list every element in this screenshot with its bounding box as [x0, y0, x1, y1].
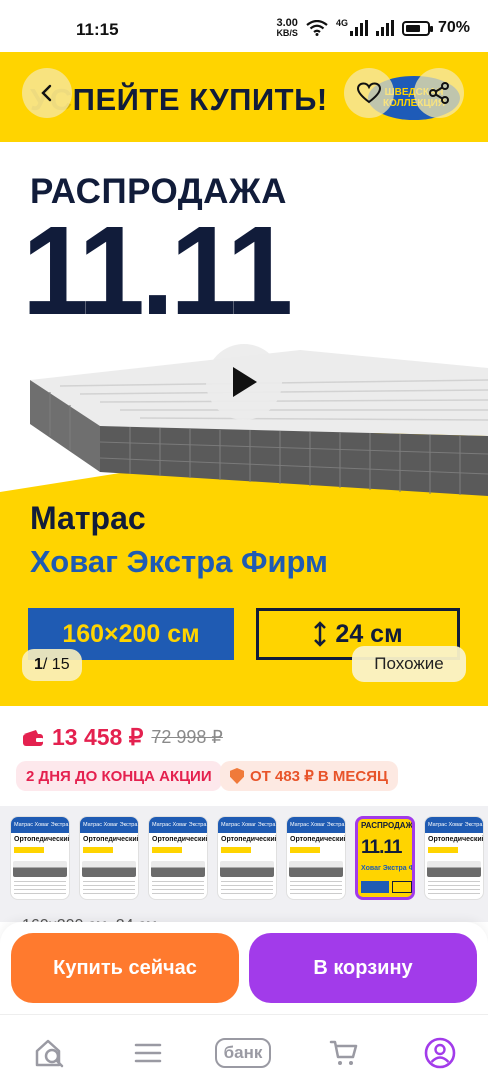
thumb-size-block [361, 881, 389, 893]
thumb-size-block [152, 847, 182, 853]
thumb-mattress [220, 861, 274, 877]
thumb-header: Матрас Ховаг Экстра Фирм [80, 817, 138, 833]
thumb-spec-lines [14, 881, 66, 897]
thumb-title: Ортопедический [14, 836, 70, 843]
tab-profile[interactable] [420, 1035, 460, 1071]
thumb-mattress [151, 861, 205, 877]
thumb-size-block [14, 847, 44, 853]
profile-icon [424, 1037, 456, 1069]
signal-icon [349, 20, 368, 36]
thumb-size-block [83, 847, 113, 853]
thumb-header: Матрас Ховаг Экстра Фирм [425, 817, 483, 833]
tab-bank[interactable]: банк [208, 1035, 278, 1071]
bottom-tab-bar: банк [0, 1014, 488, 1090]
thumbnail-item[interactable]: РАСПРОДАЖА 11.11 Ховаг Экстра Фирм [355, 816, 415, 900]
thumb-mattress [13, 861, 67, 877]
sale-date: 11.11 [22, 200, 293, 342]
thumb-title: Ортопедический [290, 836, 346, 843]
net-speed-unit: KB/S [276, 28, 298, 38]
price-section: 13 458 ₽ 72 998 ₽ 2 ДНЯ ДО КОНЦА АКЦИИ О… [0, 706, 488, 806]
thumb-title: Ортопедический [221, 836, 277, 843]
action-bar: Купить сейчас В корзину [0, 922, 488, 1014]
status-indicators: 3.00 KB/S 4G 70% [276, 18, 470, 38]
thumb-size-block [290, 847, 320, 853]
installment-chip[interactable]: ОТ 483 ₽ В МЕСЯЦ [220, 761, 398, 791]
thumb-title: Ортопедический [428, 836, 484, 843]
hero-product-subname: Ховаг Экстра Фирм [30, 544, 328, 579]
bank-label: банк [214, 1038, 272, 1068]
network-type: 4G [335, 18, 348, 28]
thumbnail-item[interactable]: Матрас Ховаг Экстра Фирм Ортопедический [148, 816, 208, 900]
thumb-height-block [392, 881, 412, 893]
thumb-header: Матрас Ховаг Экстра Фирм [149, 817, 207, 833]
battery-percent: 70% [437, 19, 470, 36]
tab-cart[interactable] [324, 1035, 364, 1071]
thumb-mattress [82, 861, 136, 877]
wallet-icon [23, 729, 43, 746]
play-video-button[interactable] [206, 344, 282, 420]
thumbnail-item[interactable]: Матрас Ховаг Экстра Фирм Ортопедический [424, 816, 484, 900]
status-time: 11:15 [76, 20, 119, 39]
thumb-header: Матрас Ховаг Экстра Фирм [11, 817, 69, 833]
deadline-chip[interactable]: 2 ДНЯ ДО КОНЦА АКЦИИ [16, 761, 222, 791]
thumbnail-list[interactable]: Матрас Ховаг Экстра ФирмОртопедическийМа… [10, 816, 484, 900]
thumb-spec-lines [221, 881, 273, 897]
image-counter: 1/ 15 [22, 649, 82, 681]
current-price: 13 458 ₽ [52, 724, 144, 750]
price-row: 13 458 ₽ 72 998 ₽ [22, 724, 223, 751]
thumb-spec-lines [428, 881, 480, 897]
thumb-title: Ортопедический [83, 836, 139, 843]
thumbnail-item[interactable]: Матрас Ховаг Экстра Фирм Ортопедический [79, 816, 139, 900]
installment-text: ОТ 483 ₽ В МЕСЯЦ [250, 768, 388, 785]
similar-button[interactable]: Похожие [352, 646, 466, 682]
home-search-icon [35, 1039, 64, 1068]
net-speed: 3.00 KB/S [276, 18, 298, 38]
thumb-size-block [221, 847, 251, 853]
battery-icon [401, 20, 433, 36]
share-icon [429, 82, 449, 104]
thumb-spec-lines [152, 881, 204, 897]
signal-icon-2 [375, 20, 394, 36]
status-bar: 11:15 3.00 KB/S 4G 70% [0, 0, 488, 60]
thumbnail-item[interactable]: Матрас Ховаг Экстра Фирм Ортопедический [217, 816, 277, 900]
image-counter-current: 1 [34, 656, 43, 673]
thumb-spec-lines [290, 881, 342, 897]
tab-catalog[interactable] [128, 1035, 168, 1071]
share-button[interactable] [414, 68, 464, 118]
buy-now-button[interactable]: Купить сейчас [11, 933, 239, 1003]
thumbnail-item[interactable]: Матрас Ховаг Экстра Фирм Ортопедический [10, 816, 70, 900]
product-image-carousel[interactable]: УСПЕЙТЕ КУПИТЬ! ШВЕДСКАЯ КОЛЛЕКЦИЯ РАСПР… [0, 52, 488, 706]
arrow-left-icon [41, 84, 52, 102]
shield-icon [230, 768, 244, 784]
cart-icon [329, 1040, 358, 1065]
back-button[interactable] [22, 68, 72, 118]
vertical-arrow-icon [314, 621, 327, 647]
thumb-product-subname: Ховаг Экстра Фирм [361, 865, 415, 872]
tab-home[interactable] [30, 1035, 70, 1071]
height-value: 24 см [335, 619, 403, 648]
thumb-header: Матрас Ховаг Экстра Фирм [218, 817, 276, 833]
thumb-mattress [289, 861, 343, 877]
menu-icon [134, 1043, 162, 1063]
thumb-sale-title: РАСПРОДАЖА [361, 821, 415, 830]
play-icon [233, 367, 257, 397]
battery-fill [405, 24, 420, 32]
old-price: 72 998 ₽ [151, 727, 223, 747]
image-counter-total: / 15 [42, 656, 70, 673]
thumb-header: Матрас Ховаг Экстра Фирм [287, 817, 345, 833]
add-to-cart-button[interactable]: В корзину [249, 933, 477, 1003]
promo-banner-text: УСПЕЙТЕ КУПИТЬ! [30, 82, 328, 118]
thumb-size-block [428, 847, 458, 853]
heart-icon [357, 82, 381, 104]
thumb-title: Ортопедический [152, 836, 208, 843]
favorite-button[interactable] [344, 68, 394, 118]
thumbnail-strip[interactable]: Матрас Ховаг Экстра ФирмОртопедическийМа… [0, 806, 488, 922]
thumb-sale-date: 11.11 [361, 837, 402, 858]
thumb-spec-lines [83, 881, 135, 897]
hero-product-name: Матрас [30, 500, 146, 536]
thumb-mattress [427, 861, 481, 877]
wifi-icon [306, 20, 328, 36]
thumbnail-item[interactable]: Матрас Ховаг Экстра Фирм Ортопедический [286, 816, 346, 900]
promo-main-text: ПЕЙТЕ КУПИТЬ! [72, 82, 328, 117]
